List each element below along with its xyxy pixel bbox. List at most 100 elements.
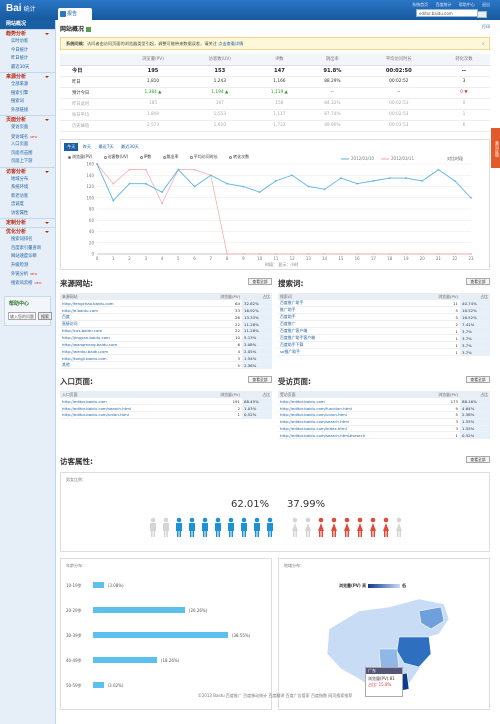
x-tick-label: 11 [273,256,279,261]
feedback-tab[interactable]: 意见反馈 [491,128,500,168]
row-link[interactable]: 百度推广助手客户端 [278,334,395,343]
row-link[interactable]: http://jingyan.baidu.com [60,334,194,342]
summary-cell: 153 [186,65,254,77]
row-link[interactable]: http://tongji.baidu.com [60,354,194,363]
help-search-button[interactable]: 搜索 [38,312,52,320]
table-row: sd推广助手 1 3.7% [278,348,490,357]
sidebar-item[interactable]: 搜索风云榜 NEW [0,279,55,288]
region-panel: 地域分布： 浏览量(PV) 高低 广东 浏览量(PV):81 占比: 15.8% [278,558,490,710]
tab-yesterday[interactable]: 昨天 [80,143,94,151]
row-link[interactable]: http://wangmeng.baidu.com [60,341,194,349]
help-icon[interactable] [86,27,92,32]
row-link[interactable]: http://editor.baidu.com/function.html [278,404,425,413]
row-value: 64 [193,300,242,308]
sidebar-item[interactable]: 受访页面 [0,124,55,133]
notice-link[interactable]: 点击查看详情 [218,41,243,46]
person-icon [331,517,337,537]
sidebar-group-2[interactable]: 页面分析 [0,115,55,124]
sidebar-group-3[interactable]: 访客分析 [0,166,55,176]
sidebar-item[interactable]: 入口页面 [0,141,55,150]
row-link[interactable]: http://e.baidu.com [60,306,194,315]
sidebar-group-0[interactable]: 趋势分析 [0,29,55,38]
row-link[interactable]: 其他 [60,361,194,370]
person-head [357,517,363,523]
visited-view-all-button[interactable]: 查看全部 [466,376,490,383]
row-link[interactable]: http://editor.baidu.com/search.html [278,418,425,426]
person-leg [347,531,349,537]
person-head [292,517,298,523]
data-point [242,253,245,255]
sidebar-item[interactable]: 升级检测 [0,262,55,271]
visitor-view-all-button[interactable]: 查看全部 [466,456,490,463]
sidebar-item[interactable]: 百度索引量查询 [0,245,55,254]
sidebar-item[interactable]: 访客属性 [0,210,55,219]
row-link[interactable]: 百度推广助手 [278,300,395,308]
row-link[interactable]: sd推广助手 [278,348,395,357]
sidebar-item[interactable]: 实时访客 [0,38,55,47]
footer: ©2013 Baidu 百度推广 百度移动统计 百度翻译 百度广告管家 百度指数… [197,693,353,698]
help-search-input[interactable]: 输入您的问题 [8,312,36,320]
row-link[interactable]: http://editor.baidu.com/index.html [278,425,425,433]
row-link[interactable]: http://editor.baidu.com [278,398,425,406]
sidebar-item[interactable]: 忠诚度 [0,201,55,210]
metric-conversion[interactable]: 转化次数 [229,154,254,159]
sidebar-item-overview[interactable]: 网站概况 [0,20,55,29]
tab-report[interactable]: 报告 [58,8,92,20]
keywords-view-all-button[interactable]: 查看全部 [466,278,490,285]
close-icon[interactable]: × [481,38,485,50]
row-link[interactable]: 百度推广客户端 [278,327,395,336]
sidebar-item[interactable]: 昨日统计 [0,55,55,64]
sidebar-item[interactable]: 页面上下游 [0,158,55,167]
sidebar-item[interactable]: 外链分析 NEW [0,270,55,279]
link-logout[interactable]: 退出 [482,2,490,7]
row-link[interactable]: http://editor.baidu.com/union.html [60,411,201,419]
metric-pv[interactable]: 浏览量(PV) [68,154,97,159]
sidebar-item[interactable]: 系统环境 [0,184,55,193]
row-link[interactable]: http://editor.baidu.com [60,398,201,406]
sidebar-item[interactable]: 搜索引擎 [0,90,55,99]
row-link[interactable]: 百度助手下载 [278,341,395,350]
sidebar-item[interactable]: 新老访客 [0,193,55,202]
metric-uv[interactable]: 访客数(UV) [103,154,134,159]
tab-7days[interactable]: 最近7天 [95,143,116,151]
sidebar-item[interactable]: 网站速度诊断 [0,253,55,262]
sidebar-group-5[interactable]: 优化分析 [0,227,55,236]
row-link[interactable]: http://wenku.baidu.com [60,347,194,356]
row-link[interactable]: 直接访问 [60,320,194,329]
sidebar-item[interactable]: 受访域名 NEW [0,133,55,142]
link-tongji[interactable]: 百度统计 [435,2,451,7]
sidebar-item[interactable]: 最近30天 [0,64,55,73]
link-help[interactable]: 帮助中心 [459,2,475,7]
row-link[interactable]: http://fengchao.baidu.com [60,300,194,308]
entry-view-all-button[interactable]: 查看全部 [248,376,272,383]
row-link[interactable]: http://cas.baidu.com [60,327,194,335]
row-link[interactable]: 百度推广 [278,320,395,329]
sidebar-item[interactable]: 地域分布 [0,176,55,185]
table-row: http://jingyan.baidu.com 10 5.13% [60,334,272,342]
sidebar-group-4[interactable]: 定制分析 [0,218,55,227]
sidebar-item[interactable]: 外部链接 [0,107,55,116]
sidebar-item[interactable]: 今日统计 [0,47,55,56]
sidebar-item[interactable]: 全部来源 [0,81,55,90]
row-link[interactable]: http://editor.baidu.com/union.html [278,411,425,419]
metric-ip[interactable]: IP数 [139,154,157,159]
row-link[interactable]: 百度 [60,313,194,322]
metric-bounce[interactable]: 跳出率 [162,154,184,159]
link-home[interactable]: 系统首页 [412,2,428,7]
row-link[interactable]: 百度助手 [278,313,395,322]
sidebar-item[interactable]: 页面点击图 [0,150,55,159]
sidebar-group-1[interactable]: 来源分析 [0,72,55,81]
metric-avgtime[interactable]: 平均访问时长 [189,154,223,159]
row-link[interactable]: http://editor.baidu.com/search.html#sear… [278,431,425,440]
print-link[interactable]: 打印 [482,24,490,30]
tab-30days[interactable]: 最近30天 [118,143,142,151]
sidebar-item[interactable]: 搜索词 [0,98,55,107]
row-link[interactable]: http://editor.baidu.com/search.html [60,404,201,413]
sources-view-all-button[interactable]: 查看全部 [248,278,272,285]
tab-today[interactable]: 今天 [64,143,79,151]
row-link[interactable]: 推广助手 [278,306,395,315]
sidebar-item[interactable]: 搜索词排名 [0,236,55,245]
table-row: http://editor.baidu.com 191 68.45% [60,398,272,406]
baidu-logo[interactable]: Bai 统计 [6,3,36,14]
site-selector[interactable]: editor.baidu.com [416,9,487,18]
